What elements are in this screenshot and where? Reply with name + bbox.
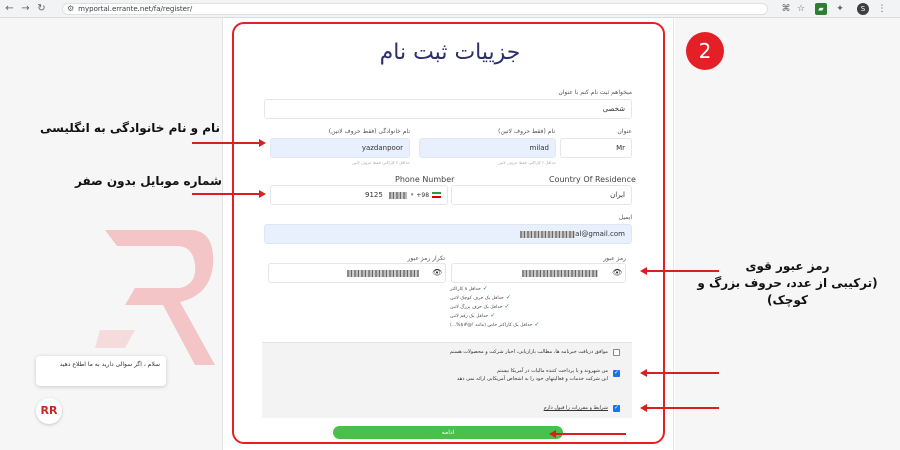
annotation-strong-password: رمز عبور قوی (ترکیبی از عدد، حروف بزرگ و… <box>680 258 895 309</box>
brand-logo-watermark <box>95 230 215 365</box>
us-person-checkbox[interactable] <box>613 369 620 377</box>
salutation-select[interactable]: Mr <box>560 138 632 158</box>
first-name-value: milad <box>529 144 549 152</box>
country-select[interactable]: ایران <box>451 185 632 205</box>
annotation-strong-password-line2: (ترکیبی از عدد، حروف بزرگ و کوچک) <box>697 276 878 307</box>
us-person-consent-line2: این شرکت خدمات و فعالیتهای خود را به اشخ… <box>457 376 608 382</box>
page-title: جزییات ثبت نام <box>379 40 521 65</box>
annotation-arrow <box>192 193 260 195</box>
reload-icon[interactable]: ↻ <box>35 2 48 15</box>
email-label: ایمیل <box>618 214 632 221</box>
annotation-arrowhead <box>549 430 556 438</box>
annotation-arrowhead <box>640 369 647 377</box>
eye-icon[interactable]: 👁 <box>612 268 622 277</box>
phone-value: 9125 <box>365 191 383 199</box>
site-settings-icon[interactable]: ⚙ <box>67 4 74 14</box>
extension-icon[interactable]: ▰ <box>815 3 827 15</box>
confirm-password-input[interactable] <box>268 263 446 283</box>
last-name-input[interactable]: yazdanpoor <box>270 138 410 158</box>
annotation-latin-name: نام و نام خانوادگی به انگلیسی <box>40 121 221 135</box>
phone-label: Phone Number <box>395 175 455 184</box>
last-name-label: نام خانوادگی (فقط حروف لاتین) <box>328 128 410 135</box>
step-badge: 2 <box>686 32 724 70</box>
password-rule: ✓حداقل یک حرف کوچک لاتین <box>450 294 511 301</box>
profile-avatar[interactable]: S <box>857 3 869 15</box>
annotation-arrow <box>556 433 626 435</box>
salutation-label: عنوان <box>617 128 632 135</box>
last-name-value: yazdanpoor <box>361 144 403 152</box>
chat-text: سلام ، اگر سوالی دارید به ما اطلاع دهید <box>59 361 160 368</box>
first-name-hint: حداقل ۲ کاراکتر، فقط حروف لاتین <box>497 160 556 165</box>
country-label: Country Of Residence <box>549 175 636 184</box>
screenshot-root: ← → ↻ ⚙ myportal.errante.net/fa/register… <box>0 0 900 450</box>
phone-code: +98 <box>416 191 430 199</box>
phone-redacted <box>388 191 407 199</box>
forward-icon[interactable]: → <box>19 2 32 15</box>
confirm-password-label: تکرار رمز عبور <box>407 255 445 262</box>
annotation-arrow <box>192 142 260 144</box>
menu-dots-icon[interactable]: ⋮ <box>876 3 888 15</box>
annotation-arrowhead <box>259 190 266 198</box>
right-background <box>675 18 900 450</box>
password-rule: ✓حداقل یک رقم لاتین <box>450 312 496 319</box>
marketing-checkbox[interactable] <box>613 349 620 356</box>
last-name-hint: حداقل ۲ کاراکتر، فقط حروف لاتین <box>351 160 410 165</box>
register-as-value: شخصی <box>602 105 625 113</box>
iran-flag-icon <box>432 192 442 198</box>
password-rule: ✓حداقل یک حرف بزرگ لاتین <box>450 303 510 310</box>
annotation-strong-password-line1: رمز عبور قوی <box>745 259 830 273</box>
salutation-value: Mr <box>616 144 625 152</box>
terms-checkbox[interactable] <box>613 404 620 412</box>
first-name-label: نام (فقط حروف لاتین) <box>498 128 555 135</box>
phone-input[interactable]: 9125 ▾ +98 <box>270 185 448 205</box>
chevron-down-icon[interactable]: ▾ <box>411 192 414 198</box>
confirm-password-masked <box>347 269 419 277</box>
annotation-arrow <box>647 407 719 409</box>
marketing-consent-text: موافق دریافت خبرنامه ها، مطالب بازاریابی… <box>449 349 608 355</box>
annotation-arrowhead <box>640 404 647 412</box>
password-rule: ✓حداقل یک کاراکتر خاص (مانند !@#$%...) <box>450 321 540 328</box>
puzzle-icon[interactable]: ✦ <box>834 3 846 15</box>
password-label: رمز عبور <box>603 255 626 262</box>
url-text: myportal.errante.net/fa/register/ <box>78 5 193 13</box>
back-icon[interactable]: ← <box>3 2 16 15</box>
password-rule: ✓حداقل ۸ کاراکتر <box>450 285 488 292</box>
annotation-arrowhead <box>259 139 266 147</box>
bookmark-star-icon[interactable]: ☆ <box>795 3 807 15</box>
email-value: al@gmail.com <box>575 230 625 238</box>
register-as-select[interactable]: شخصی <box>264 99 632 119</box>
translate-icon[interactable]: ⌘ <box>780 3 792 15</box>
password-masked <box>522 269 598 277</box>
annotation-arrowhead <box>640 267 647 275</box>
eye-icon[interactable]: 👁 <box>432 268 442 277</box>
email-input[interactable]: al@gmail.com <box>264 224 632 244</box>
password-input[interactable] <box>451 263 626 283</box>
chat-launcher-logo[interactable]: RR <box>36 398 62 424</box>
annotation-phone: شماره موبایل بدون صفر <box>75 174 222 188</box>
annotation-arrow <box>647 372 719 374</box>
address-bar[interactable]: ⚙ myportal.errante.net/fa/register/ <box>62 3 768 15</box>
us-person-consent-line1: من شهروند و یا پرداخت کننده مالیات در آم… <box>496 368 608 374</box>
register-as-label: میخواهم ثبت نام کنم با عنوان <box>558 89 632 96</box>
email-redacted <box>520 230 576 238</box>
chat-bubble[interactable]: سلام ، اگر سوالی دارید به ما اطلاع دهید <box>36 356 166 386</box>
terms-consent-text[interactable]: شرایط و مقررات را قبول دارم <box>460 405 608 412</box>
first-name-input[interactable]: milad <box>419 138 556 158</box>
continue-button[interactable]: ادامه <box>333 426 563 439</box>
country-value: ایران <box>610 191 625 199</box>
